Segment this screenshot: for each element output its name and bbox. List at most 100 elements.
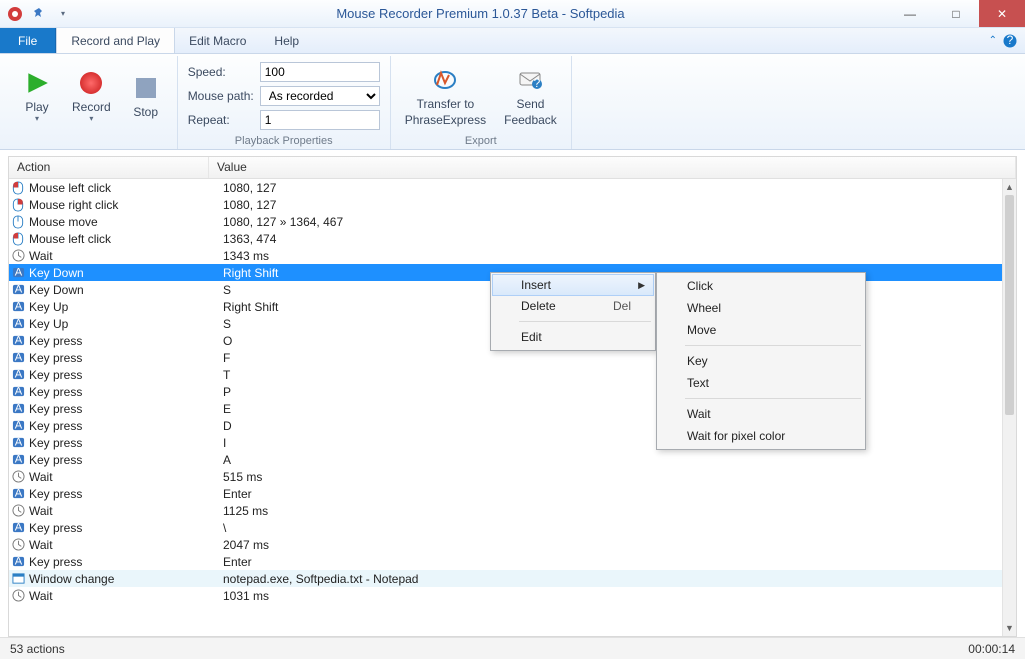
- table-row[interactable]: Wait1125 ms: [9, 502, 1002, 519]
- row-action: Key press: [27, 453, 209, 467]
- maximize-button[interactable]: □: [933, 0, 979, 27]
- row-value: notepad.exe, Softpedia.txt - Notepad: [209, 572, 1002, 586]
- mouse-left-icon: [9, 232, 27, 246]
- row-action: Key Down: [27, 283, 209, 297]
- collapse-ribbon-icon[interactable]: ⌃: [989, 35, 997, 46]
- menu-item-insert[interactable]: Insert▶: [492, 274, 654, 296]
- play-label: Play: [25, 100, 48, 114]
- menu-item-text[interactable]: Text: [659, 372, 863, 394]
- menu-item-delete[interactable]: DeleteDel: [493, 295, 653, 317]
- row-value: 1343 ms: [209, 249, 1002, 263]
- svg-text:A: A: [14, 419, 22, 431]
- record-button[interactable]: Record ▾: [68, 66, 115, 125]
- table-row[interactable]: Mouse left click1080, 127: [9, 179, 1002, 196]
- key-icon: A: [9, 368, 27, 381]
- row-action: Mouse move: [27, 215, 209, 229]
- table-row[interactable]: AKey pressA: [9, 451, 1002, 468]
- table-row[interactable]: Wait515 ms: [9, 468, 1002, 485]
- minimize-button[interactable]: —: [887, 0, 933, 27]
- row-value: Enter: [209, 487, 1002, 501]
- row-action: Mouse left click: [27, 232, 209, 246]
- row-action: Key press: [27, 419, 209, 433]
- scroll-up-icon[interactable]: ▲: [1003, 179, 1016, 195]
- menu-item-wheel[interactable]: Wheel: [659, 297, 863, 319]
- table-row[interactable]: Wait1031 ms: [9, 587, 1002, 604]
- svg-text:A: A: [14, 351, 22, 363]
- row-action: Wait: [27, 249, 209, 263]
- stop-button[interactable]: Stop: [125, 71, 167, 121]
- svg-text:A: A: [14, 368, 22, 380]
- close-button[interactable]: ✕: [979, 0, 1025, 27]
- menu-item-click[interactable]: Click: [659, 275, 863, 297]
- row-action: Window change: [27, 572, 209, 586]
- column-action[interactable]: Action: [9, 157, 209, 178]
- pin-icon[interactable]: [28, 3, 50, 25]
- row-action: Key press: [27, 351, 209, 365]
- help-icon[interactable]: ?: [1003, 34, 1017, 48]
- row-value: 1031 ms: [209, 589, 1002, 603]
- record-label: Record: [72, 100, 111, 114]
- svg-text:A: A: [14, 283, 22, 295]
- context-menu[interactable]: Insert▶DeleteDel Edit: [490, 272, 656, 351]
- row-action: Wait: [27, 589, 209, 603]
- svg-text:A: A: [14, 402, 22, 414]
- table-row[interactable]: Wait1343 ms: [9, 247, 1002, 264]
- row-action: Key press: [27, 334, 209, 348]
- row-action: Mouse left click: [27, 181, 209, 195]
- row-action: Key press: [27, 368, 209, 382]
- play-dropdown-icon: ▾: [35, 114, 39, 123]
- menu-item-move[interactable]: Move: [659, 319, 863, 341]
- table-row[interactable]: Wait2047 ms: [9, 536, 1002, 553]
- titlebar: ▾ Mouse Recorder Premium 1.0.37 Beta - S…: [0, 0, 1025, 28]
- mouse-path-select[interactable]: As recorded: [260, 86, 380, 106]
- row-value: F: [209, 351, 1002, 365]
- menu-item-wait[interactable]: Wait: [659, 403, 863, 425]
- tab-help[interactable]: Help: [260, 28, 313, 53]
- mouse-move-icon: [9, 215, 27, 229]
- table-row[interactable]: Mouse move1080, 127 » 1364, 467: [9, 213, 1002, 230]
- send-feedback-button[interactable]: ? Send Feedback: [500, 63, 561, 129]
- menu-separator: [519, 321, 651, 322]
- play-button[interactable]: Play ▾: [16, 66, 58, 125]
- row-action: Mouse right click: [27, 198, 209, 212]
- table-row[interactable]: AKey press\: [9, 519, 1002, 536]
- menu-item-key[interactable]: Key: [659, 350, 863, 372]
- key-icon: A: [9, 385, 27, 398]
- app-icon[interactable]: [4, 3, 26, 25]
- playback-properties-group-label: Playback Properties: [235, 135, 333, 149]
- qat-dropdown[interactable]: ▾: [52, 3, 74, 25]
- scroll-down-icon[interactable]: ▼: [1003, 620, 1016, 636]
- svg-text:A: A: [14, 300, 22, 312]
- table-row[interactable]: Mouse left click1363, 474: [9, 230, 1002, 247]
- row-action: Key press: [27, 402, 209, 416]
- menu-separator: [685, 398, 861, 399]
- svg-text:?: ?: [534, 76, 541, 90]
- svg-text:A: A: [14, 266, 22, 278]
- file-menu[interactable]: File: [0, 28, 56, 53]
- speed-label: Speed:: [188, 65, 254, 79]
- menu-item-wait-for-pixel-color[interactable]: Wait for pixel color: [659, 425, 863, 447]
- speed-input[interactable]: [260, 62, 380, 82]
- key-icon: A: [9, 436, 27, 449]
- context-submenu-insert[interactable]: ClickWheelMove KeyText WaitWait for pixel …: [656, 272, 866, 450]
- table-row[interactable]: Window changenotepad.exe, Softpedia.txt …: [9, 570, 1002, 587]
- row-value: 1125 ms: [209, 504, 1002, 518]
- row-action: Key Down: [27, 266, 209, 280]
- column-value[interactable]: Value: [209, 157, 1016, 178]
- tab-record-and-play[interactable]: Record and Play: [56, 28, 175, 53]
- menu-item-edit[interactable]: Edit: [493, 326, 653, 348]
- table-row[interactable]: Mouse right click1080, 127: [9, 196, 1002, 213]
- row-action: Wait: [27, 470, 209, 484]
- tab-edit-macro[interactable]: Edit Macro: [175, 28, 260, 53]
- transfer-to-phraseexpress-button[interactable]: Transfer to PhraseExpress: [401, 63, 490, 129]
- vertical-scrollbar[interactable]: ▲ ▼: [1002, 179, 1016, 636]
- row-value: 1080, 127: [209, 198, 1002, 212]
- key-icon: A: [9, 351, 27, 364]
- key-icon: A: [9, 402, 27, 415]
- repeat-input[interactable]: [260, 110, 380, 130]
- mouse-left-icon: [9, 181, 27, 195]
- table-row[interactable]: AKey pressEnter: [9, 485, 1002, 502]
- clock-icon: [9, 504, 27, 517]
- scrollbar-thumb[interactable]: [1005, 195, 1014, 415]
- table-row[interactable]: AKey pressEnter: [9, 553, 1002, 570]
